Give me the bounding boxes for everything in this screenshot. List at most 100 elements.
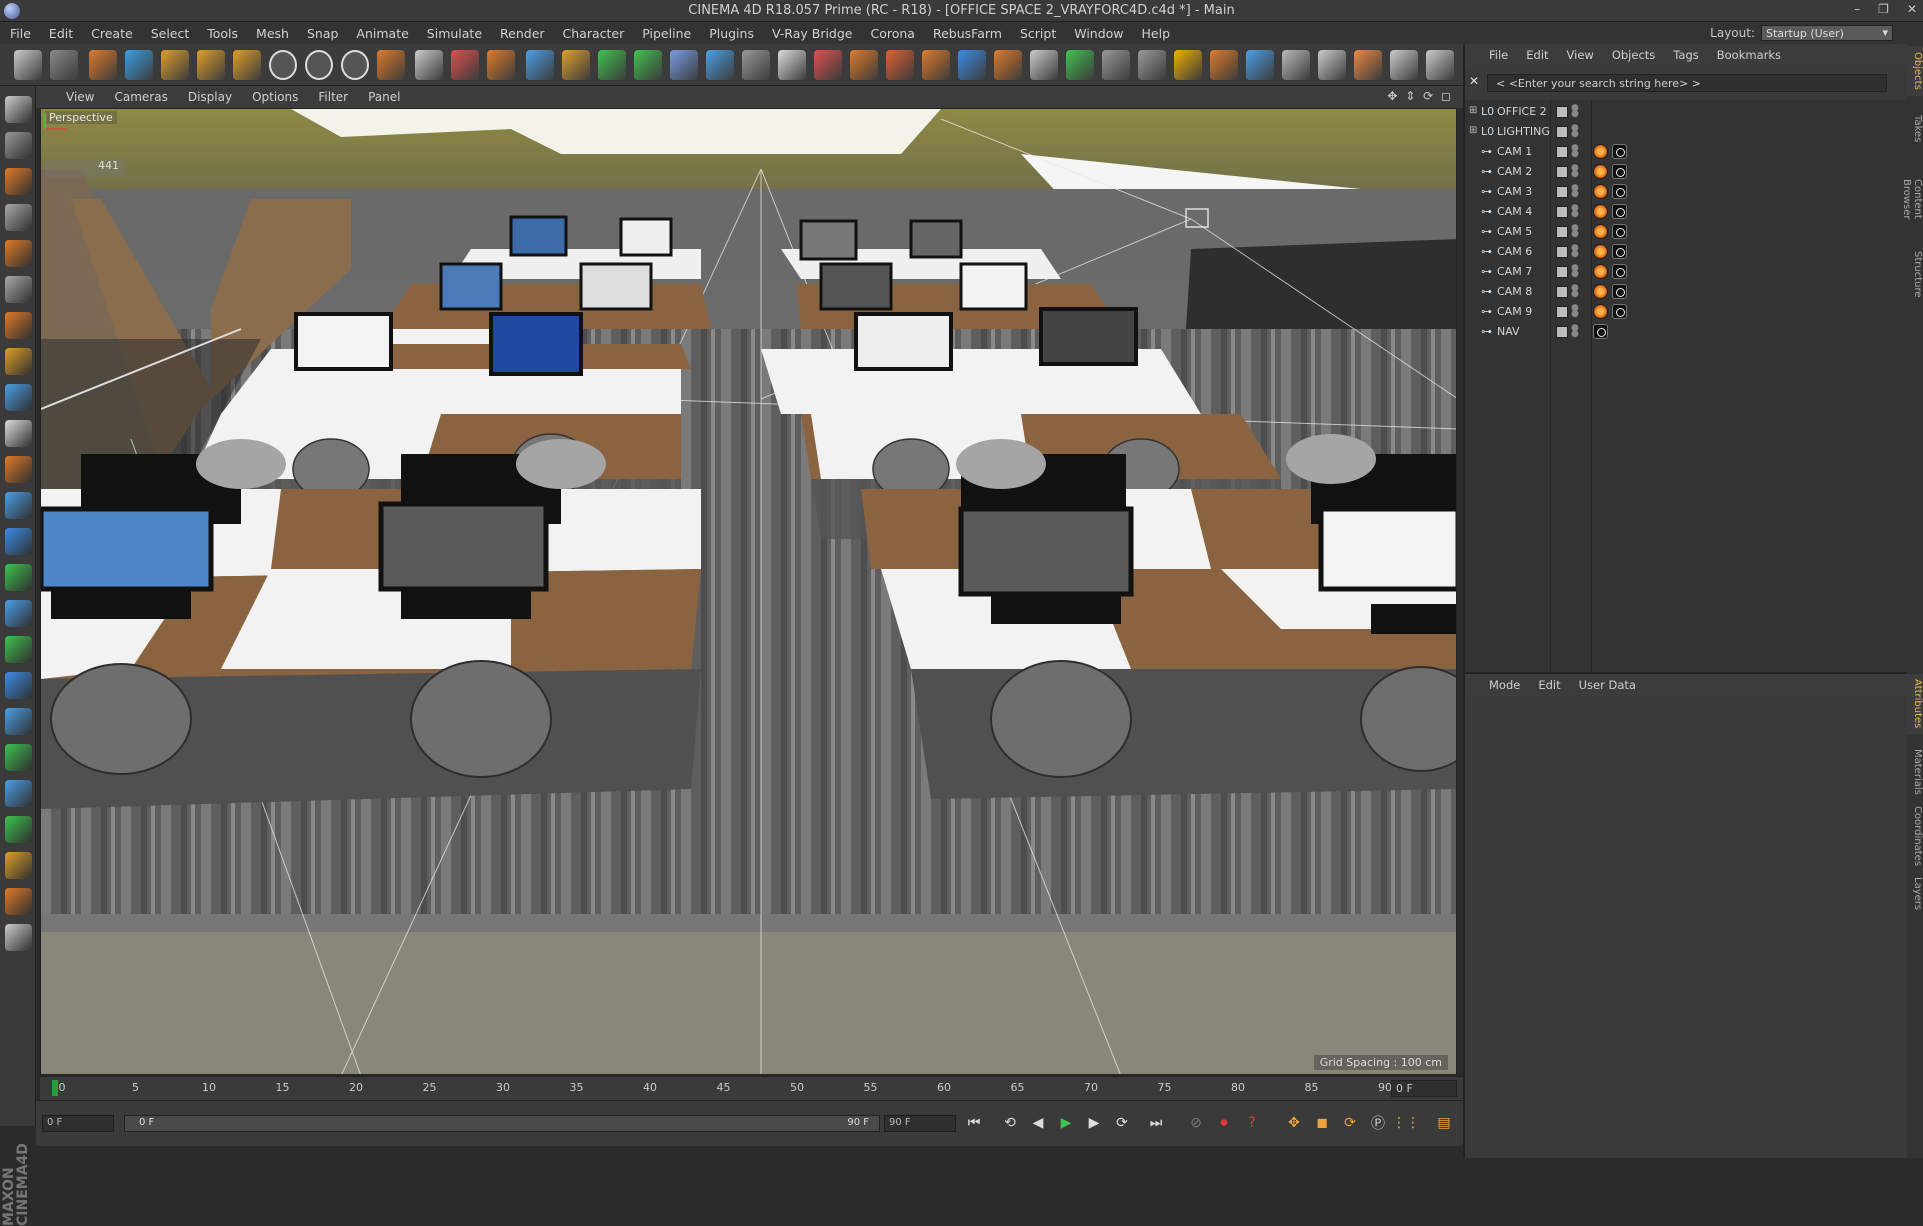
expand-icon[interactable]: ⊞ xyxy=(1469,105,1477,116)
menu-help[interactable]: Help xyxy=(1142,26,1171,41)
polypen-icon[interactable] xyxy=(5,888,32,915)
vray-material-icon[interactable] xyxy=(957,50,986,80)
render-visibility-dots[interactable]: ● ● xyxy=(1571,124,1579,139)
menu-simulate[interactable]: Simulate xyxy=(427,26,482,41)
menu-mesh[interactable]: Mesh xyxy=(256,26,289,41)
protection-tag-icon[interactable] xyxy=(1593,244,1608,259)
deformer-icon[interactable] xyxy=(669,50,698,80)
render-visibility-dots[interactable]: ● ● xyxy=(1571,244,1579,259)
object-row[interactable]: ⊶ NAV ● ● xyxy=(1465,322,1909,342)
render-visibility-dots[interactable]: ● ● xyxy=(1571,324,1579,339)
timeline-playhead[interactable] xyxy=(52,1080,58,1096)
parachute-icon[interactable] xyxy=(1353,50,1382,80)
menu-window[interactable]: Window xyxy=(1074,26,1123,41)
menu-pipeline[interactable]: Pipeline xyxy=(642,26,691,41)
bridge-icon[interactable] xyxy=(5,780,32,807)
soft-selection-icon[interactable] xyxy=(5,672,32,699)
timeline-ruler[interactable]: 0 5 10 15 20 25 30 35 40 45 50 55 60 65 70 75 80 85 90 xyxy=(50,1077,1393,1101)
current-frame-field[interactable]: 0 F xyxy=(1391,1080,1457,1097)
editor-visibility-icon[interactable] xyxy=(1556,106,1568,118)
locked-workplane-icon[interactable] xyxy=(5,528,32,555)
object-row[interactable]: ⊶ CAM 6 ● ● xyxy=(1465,242,1909,262)
viewport-menu-display[interactable]: Display xyxy=(188,90,232,104)
points-mode-icon[interactable] xyxy=(5,240,32,267)
object-row[interactable]: ⊶ CAM 4 ● ● xyxy=(1465,202,1909,222)
side-tab-attributes[interactable]: Attributes xyxy=(1907,674,1923,734)
extrude-icon[interactable] xyxy=(5,744,32,771)
frame-range-slider[interactable]: 0 F 90 F xyxy=(124,1115,880,1132)
record-rotation-icon[interactable]: ⟳ xyxy=(1338,1111,1362,1135)
vray-render-icon[interactable] xyxy=(1029,50,1058,80)
y-axis-icon[interactable] xyxy=(304,50,333,80)
menu-rebusfarm[interactable]: RebusFarm xyxy=(933,26,1002,41)
editor-visibility-icon[interactable] xyxy=(1556,266,1568,278)
side-tab-materials[interactable]: Materials xyxy=(1907,744,1923,799)
search-clear-icon[interactable]: ✕ xyxy=(1469,74,1485,92)
vray-sun-icon[interactable] xyxy=(921,50,950,80)
viewport-menu-cameras[interactable]: Cameras xyxy=(114,90,167,104)
attr-menu-user-data[interactable]: User Data xyxy=(1579,678,1636,692)
render-visibility-dots[interactable]: ● ● xyxy=(1571,204,1579,219)
next-key-icon[interactable]: ⟳ xyxy=(1110,1111,1134,1135)
om-menu-file[interactable]: File xyxy=(1489,48,1508,62)
menu-character[interactable]: Character xyxy=(563,26,625,41)
edges-mode-icon[interactable] xyxy=(5,276,32,303)
end-frame-field[interactable]: 90 F xyxy=(884,1115,956,1132)
editor-visibility-icon[interactable] xyxy=(1556,166,1568,178)
attr-menu-edit[interactable]: Edit xyxy=(1538,678,1560,692)
record-point-level-icon[interactable]: ⋮⋮ xyxy=(1392,1111,1420,1135)
side-tab-coordinates[interactable]: Coordinates xyxy=(1907,804,1923,869)
enable-axis-icon[interactable] xyxy=(5,492,32,519)
rebus-icon[interactable] xyxy=(1245,50,1274,80)
protection-tag-icon[interactable] xyxy=(1593,184,1608,199)
previous-key-icon[interactable]: ⟲ xyxy=(998,1111,1022,1135)
editor-visibility-icon[interactable] xyxy=(1556,306,1568,318)
editor-visibility-icon[interactable] xyxy=(1556,326,1568,338)
scale-icon[interactable] xyxy=(160,50,189,80)
camera-tag-icon[interactable] xyxy=(1612,204,1627,219)
camera-tag-icon[interactable] xyxy=(1612,264,1627,279)
object-row[interactable]: ⊶ CAM 2 ● ● xyxy=(1465,162,1909,182)
render-visibility-dots[interactable]: ● ● xyxy=(1571,144,1579,159)
viewport-menu-options[interactable]: Options xyxy=(252,90,298,104)
object-row[interactable]: ⊶ CAM 8 ● ● xyxy=(1465,282,1909,302)
l0-icon[interactable] xyxy=(1425,50,1454,80)
side-tab-content-browser[interactable]: Content Browser xyxy=(1901,164,1923,234)
layout-select[interactable]: Startup (User) xyxy=(1761,25,1893,41)
bevel-icon[interactable] xyxy=(5,708,32,735)
maximize-button[interactable]: ❐ xyxy=(1878,2,1889,16)
camera-tag-icon[interactable] xyxy=(1612,184,1627,199)
editor-visibility-icon[interactable] xyxy=(1556,126,1568,138)
protection-tag-icon[interactable] xyxy=(1593,284,1608,299)
vray-frame-buffer-icon[interactable] xyxy=(993,50,1022,80)
vray-light-icon[interactable] xyxy=(849,50,878,80)
menu-render[interactable]: Render xyxy=(500,26,545,41)
light-icon[interactable] xyxy=(777,50,806,80)
menu-animate[interactable]: Animate xyxy=(356,26,408,41)
redo-icon[interactable] xyxy=(50,50,79,80)
editor-visibility-icon[interactable] xyxy=(1556,286,1568,298)
3d-viewport[interactable]: Perspective 441 Grid Spacing: 100 cm xyxy=(40,108,1457,1075)
minimize-button[interactable]: – xyxy=(1854,2,1860,16)
editor-visibility-icon[interactable] xyxy=(1556,246,1568,258)
camera-tag-icon[interactable] xyxy=(1612,304,1627,319)
viewport-nav-icons[interactable]: ✥ ⇕ ⟳ ◻ xyxy=(1387,89,1453,103)
side-tab-layers[interactable]: Layers xyxy=(1907,874,1923,914)
side-tab-structure[interactable]: Structure xyxy=(1907,244,1923,304)
model-mode-icon[interactable] xyxy=(5,132,32,159)
camera-icon[interactable] xyxy=(741,50,770,80)
menu-edit[interactable]: Edit xyxy=(49,26,73,41)
side-tab-objects[interactable]: Objects xyxy=(1907,46,1923,96)
protection-tag-icon[interactable] xyxy=(1593,304,1608,319)
undo-icon[interactable] xyxy=(14,50,43,80)
magnet-icon[interactable] xyxy=(5,456,32,483)
camera-tag-icon[interactable] xyxy=(1612,224,1627,239)
object-row[interactable]: ⊶ CAM 5 ● ● xyxy=(1465,222,1909,242)
snap-icon[interactable] xyxy=(5,420,32,447)
coordinate-system-icon[interactable] xyxy=(376,50,405,80)
object-search-input[interactable]: < <Enter your search string here> > xyxy=(1487,74,1887,92)
expand-icon[interactable]: ⊞ xyxy=(1469,125,1477,136)
record-position-icon[interactable]: ✥ xyxy=(1282,1111,1306,1135)
texture-icon[interactable] xyxy=(1317,50,1346,80)
render-visibility-dots[interactable]: ● ● xyxy=(1571,104,1579,119)
